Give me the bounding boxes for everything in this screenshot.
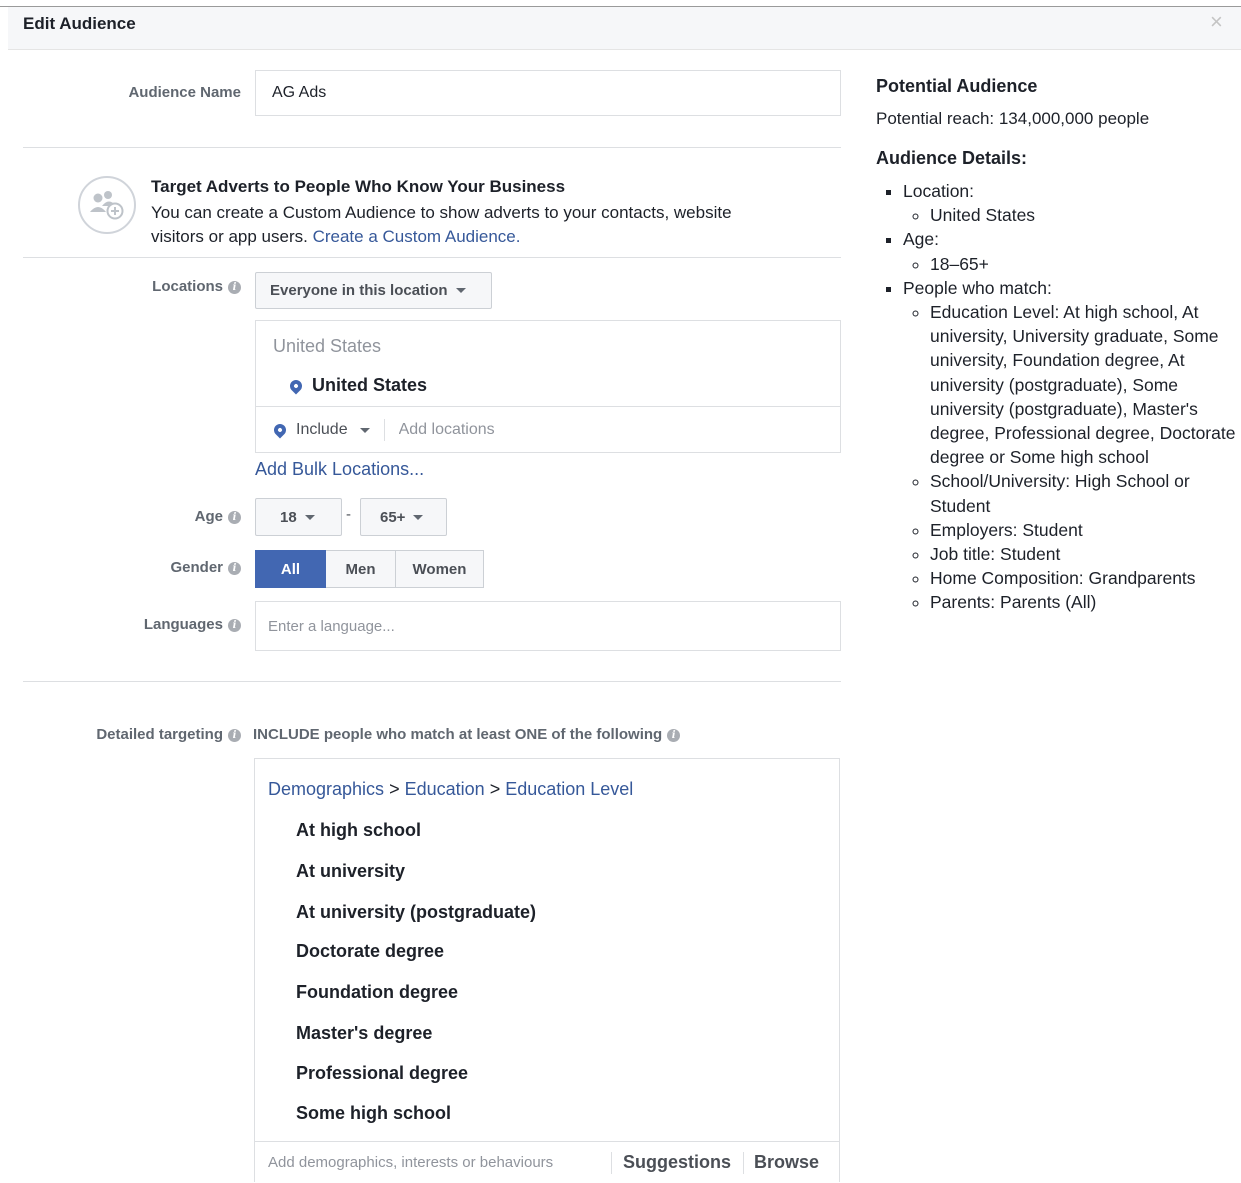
custom-audience-text: You can create a Custom Audience to show… — [151, 201, 771, 249]
location-type-label: Everyone in this location — [270, 282, 448, 299]
targeting-item[interactable]: At university — [296, 861, 405, 882]
breadcrumb-separator: > — [489, 779, 501, 799]
divider — [23, 257, 841, 258]
chevron-down-icon — [304, 514, 315, 520]
targeting-search-input[interactable] — [266, 1153, 611, 1172]
age-separator: - — [346, 506, 351, 523]
divider — [256, 406, 840, 407]
targeting-input-row: Suggestions Browse — [255, 1141, 839, 1183]
divider — [23, 681, 841, 682]
detail-age-label: Age: — [903, 229, 939, 250]
targeting-item[interactable]: At university (postgraduate) — [296, 902, 536, 923]
detail-age: Age: 18–65+ — [903, 227, 1236, 275]
add-locations-input[interactable] — [396, 420, 697, 440]
chevron-down-icon — [359, 427, 370, 433]
gender-women-button[interactable]: Women — [396, 550, 484, 588]
detail-match-item: Employers: Student — [930, 518, 1236, 542]
targeting-description-text: INCLUDE people who match at least ONE of… — [253, 726, 663, 743]
audience-name-input[interactable] — [255, 70, 841, 116]
gender-label: Gender i — [31, 559, 241, 576]
detail-age-value: 18–65+ — [930, 252, 1236, 276]
detail-match-item: Home Composition: Grandparents — [930, 566, 1236, 590]
divider — [23, 147, 841, 148]
audience-details-list: Location: United States Age: 18–65+ Peop… — [876, 179, 1236, 615]
include-row: Include — [271, 419, 697, 441]
info-icon[interactable]: i — [228, 562, 241, 575]
detailed-targeting-description: INCLUDE people who match at least ONE of… — [253, 726, 681, 743]
gender-all-button[interactable]: All — [255, 550, 326, 588]
add-bulk-locations-link[interactable]: Add Bulk Locations... — [255, 459, 424, 480]
gender-label-text: Gender — [170, 559, 223, 576]
detail-people-match: People who match: Education Level: At hi… — [903, 276, 1236, 615]
location-pin-icon — [287, 377, 305, 394]
suggestions-button[interactable]: Suggestions — [623, 1152, 731, 1173]
audience-name-label: Audience Name — [128, 84, 241, 101]
separator — [743, 1151, 745, 1174]
age-min-value: 18 — [280, 508, 297, 526]
location-country-header: United States — [273, 336, 382, 356]
chevron-down-icon — [455, 288, 466, 293]
audience-details-title: Audience Details: — [876, 148, 1028, 168]
info-icon[interactable]: i — [228, 281, 241, 294]
detail-location-label: Location: — [903, 181, 975, 201]
locations-box: United States United States Include — [255, 320, 841, 453]
info-icon[interactable]: i — [228, 729, 241, 742]
potential-audience-title: Potential Audience — [876, 76, 1038, 96]
detail-location: Location: United States — [903, 179, 1236, 227]
chevron-down-icon — [413, 514, 424, 520]
languages-label-text: Languages — [143, 616, 223, 633]
selected-location-label: United States — [312, 375, 428, 395]
targeting-item[interactable]: Foundation degree — [296, 982, 458, 1003]
detailed-targeting-box: Demographics > Education > Education Lev… — [254, 758, 840, 1182]
age-label-text: Age — [194, 508, 223, 525]
location-pin-icon — [271, 421, 289, 439]
languages-label: Languages i — [31, 616, 241, 633]
detail-match-label: People who match: — [903, 277, 1052, 298]
include-dropdown[interactable]: Include — [296, 421, 370, 439]
age-min-dropdown[interactable]: 18 — [255, 498, 342, 536]
targeting-item[interactable]: At high school — [296, 820, 421, 841]
age-label: Age i — [31, 508, 241, 525]
locations-label-text: Locations — [152, 278, 223, 295]
info-icon[interactable]: i — [228, 511, 241, 524]
breadcrumb: Demographics > Education > Education Lev… — [268, 779, 633, 800]
separator — [383, 419, 385, 441]
detail-match-item: Education Level: At high school, At univ… — [930, 300, 1236, 469]
breadcrumb-education[interactable]: Education — [405, 779, 485, 799]
detail-match-item: School/University: High School or Studen… — [930, 469, 1236, 517]
age-max-dropdown[interactable]: 65+ — [360, 498, 447, 536]
targeting-item[interactable]: Doctorate degree — [296, 941, 444, 962]
dialog-header: Edit Audience × — [8, 7, 1241, 50]
detail-match-item: Job title: Student — [930, 542, 1236, 566]
detail-location-value: United States — [930, 203, 1236, 227]
selected-location[interactable]: United States — [287, 375, 428, 396]
breadcrumb-demographics[interactable]: Demographics — [268, 779, 384, 799]
separator — [611, 1151, 612, 1174]
breadcrumb-separator: > — [389, 779, 400, 799]
targeting-item[interactable]: Master's degree — [296, 1023, 432, 1044]
dialog-title: Edit Audience — [23, 14, 136, 33]
location-type-dropdown[interactable]: Everyone in this location — [255, 272, 492, 309]
language-input[interactable] — [255, 601, 841, 651]
browse-button[interactable]: Browse — [754, 1152, 819, 1173]
potential-reach: Potential reach: 134,000,000 people — [876, 109, 1150, 128]
age-max-value: 65+ — [380, 508, 406, 526]
custom-audience-title: Target Adverts to People Who Know Your B… — [151, 177, 566, 196]
gender-men-button[interactable]: Men — [326, 550, 396, 588]
include-label: Include — [296, 421, 348, 438]
close-icon[interactable]: × — [1210, 9, 1223, 35]
custom-audience-icon — [78, 176, 136, 234]
create-custom-audience-link[interactable]: Create a Custom Audience. — [313, 227, 521, 246]
targeting-item[interactable]: Some high school — [296, 1103, 451, 1124]
info-icon[interactable]: i — [228, 619, 241, 632]
detail-match-item: Parents: Parents (All) — [930, 590, 1236, 614]
breadcrumb-education-level[interactable]: Education Level — [505, 779, 633, 799]
detailed-targeting-label: Detailed targeting i — [31, 726, 241, 743]
gender-selector: All Men Women — [255, 550, 484, 588]
locations-label: Locations i — [31, 278, 241, 295]
detailed-targeting-label-text: Detailed targeting — [96, 726, 223, 743]
info-icon[interactable]: i — [667, 729, 681, 742]
targeting-item[interactable]: Professional degree — [296, 1063, 468, 1084]
